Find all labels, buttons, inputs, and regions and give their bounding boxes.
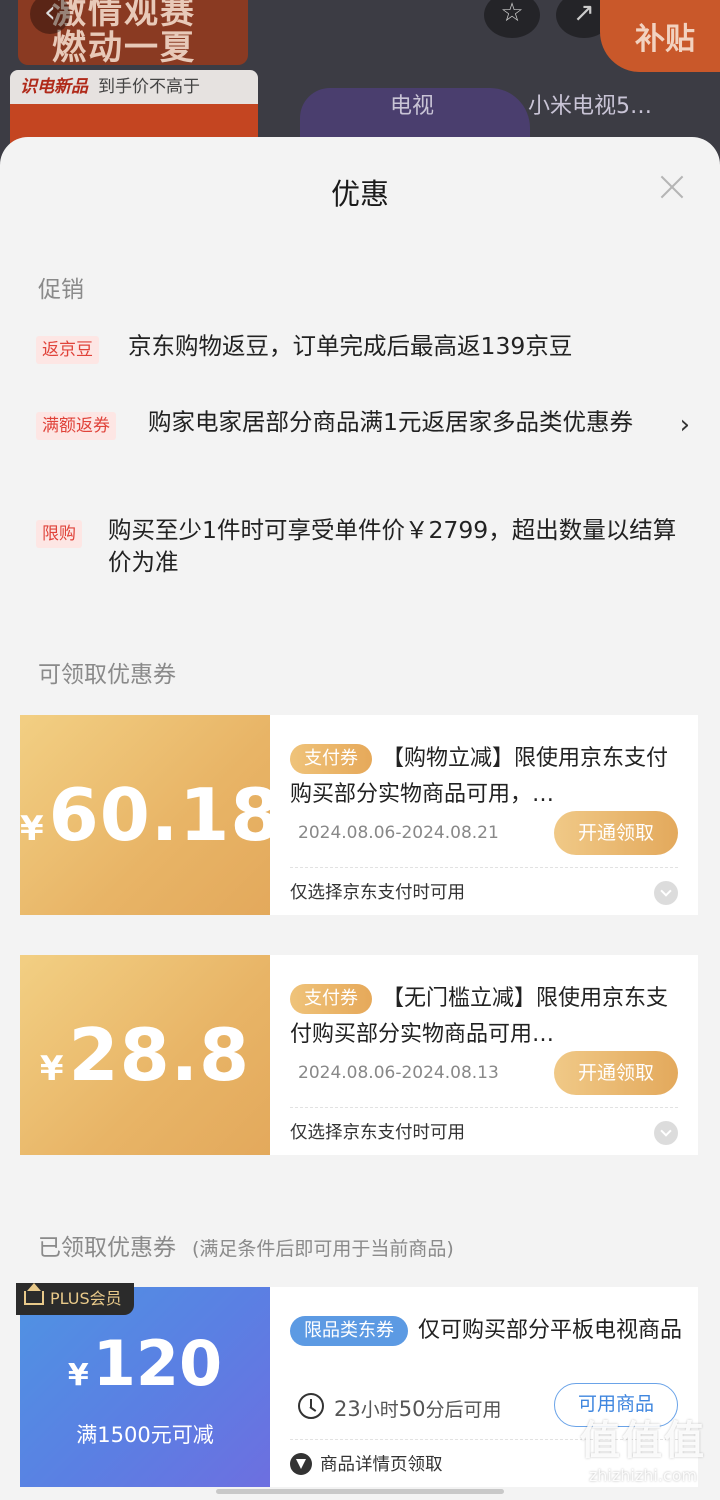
close-icon[interactable]	[656, 171, 688, 203]
activate-claim-button[interactable]: 开通领取	[554, 811, 678, 855]
coupon-detail: 支付券 【无门槛立减】限使用京东支付购买部分实物商品可用… 2024.08.06-…	[270, 955, 698, 1155]
claimed-coupons-label: 已领取优惠券 (满足条件后即可用于当前商品)	[38, 1228, 454, 1262]
promo-text: 京东购物返豆，订单完成后最高返139京豆	[128, 332, 573, 360]
currency-symbol: ¥	[67, 1358, 89, 1393]
timer-minutes: 50	[398, 1397, 426, 1421]
coupon-condition: 满1500元可减	[76, 1423, 214, 1447]
subsidy-label: 补贴	[635, 22, 695, 57]
promo-text: 购买至少1件时可享受单件价￥2799，超出数量以结算价为准	[108, 516, 677, 576]
clock-icon	[298, 1393, 324, 1419]
chevron-down-icon[interactable]	[654, 881, 678, 905]
subsidy-badge: 补贴	[600, 0, 720, 72]
promo-item: 返京豆 京东购物返豆，订单完成后最高返139京豆	[36, 332, 684, 370]
coupon-amount: ¥60.18	[20, 773, 280, 857]
coupon-card: ¥28.8 支付券 【无门槛立减】限使用京东支付购买部分实物商品可用… 2024.…	[20, 955, 698, 1155]
coupon-value-panel: ¥120 满1500元可减	[20, 1287, 270, 1487]
currency-symbol: ¥	[20, 809, 45, 849]
coupon-source-icon	[290, 1453, 312, 1475]
promo-item: 限购 购买至少1件时可享受单件价￥2799，超出数量以结算价为准	[36, 516, 684, 590]
coupon-desc-text: 仅可购买部分平板电视商品	[418, 1318, 683, 1343]
coupon-description: 支付券 【无门槛立减】限使用京东支付购买部分实物商品可用…	[290, 981, 682, 1053]
activate-claim-button[interactable]: 开通领取	[554, 1051, 678, 1095]
available-coupons-label: 可领取优惠券	[38, 662, 176, 688]
sheet-title: 优惠	[330, 177, 389, 211]
timer-hours-unit: 小时	[360, 1399, 399, 1421]
plus-badge-label: PLUS会员	[50, 1289, 122, 1308]
timer-minutes-unit: 分后可用	[425, 1399, 502, 1421]
promo-tag: 返京豆	[36, 336, 99, 364]
coupon-validity: 2024.08.06-2024.08.21	[298, 823, 499, 843]
crown-icon	[24, 1283, 44, 1305]
promo-tag: 限购	[36, 520, 82, 548]
chevron-right-icon[interactable]: ›	[680, 410, 690, 440]
discount-sheet: 优惠 促销 返京豆 京东购物返豆，订单完成后最高返139京豆 满额返券 购家电家…	[0, 137, 720, 1500]
price-tag-text: 到手价不高于	[98, 77, 200, 97]
chevron-down-icon[interactable]	[654, 1121, 678, 1145]
coupon-type-badge: 支付券	[290, 984, 372, 1014]
plus-member-badge: PLUS会员	[16, 1283, 134, 1315]
claimed-coupons-subtitle: (满足条件后即可用于当前商品)	[192, 1238, 454, 1260]
site-watermark: 值值值 zhizhizhi.com	[568, 1408, 718, 1500]
product-label: 电视	[390, 94, 435, 119]
timer-hours: 23	[334, 1397, 361, 1421]
price-tag: 识电新品 到手价不高于	[10, 70, 258, 104]
coupon-description: 支付券 【购物立减】限使用京东支付购买部分实物商品可用，…	[290, 741, 682, 813]
coupon-amount-value: 28.8	[68, 1013, 251, 1097]
coupon-amount-value: 60.18	[48, 773, 282, 857]
promo-tag: 满额返券	[36, 412, 116, 440]
favorite-icon[interactable]: ☆	[484, 0, 540, 38]
divider	[290, 867, 678, 868]
coupon-amount: ¥120	[20, 1327, 270, 1400]
divider	[290, 1107, 678, 1108]
coupon-value-panel: ¥28.8	[20, 955, 270, 1155]
coupon-description: 限品类东券 仅可购买部分平板电视商品	[290, 1313, 682, 1349]
home-indicator[interactable]	[216, 1489, 504, 1494]
promotions-label: 促销	[38, 277, 84, 303]
coupon-note: 仅选择京东支付时可用	[290, 1123, 465, 1143]
promo-item[interactable]: 满额返券 购家电家居部分商品满1元返居家多品类优惠券 ›	[36, 408, 690, 482]
coupon-detail: 支付券 【购物立减】限使用京东支付购买部分实物商品可用，… 2024.08.06-…	[270, 715, 698, 915]
coupon-amount-value: 120	[92, 1327, 223, 1400]
coupon-note: 商品详情页领取	[320, 1455, 443, 1475]
currency-symbol: ¥	[39, 1049, 65, 1089]
coupon-type-badge: 支付券	[290, 744, 372, 774]
coupon-card: ¥60.18 支付券 【购物立减】限使用京东支付购买部分实物商品可用，… 2024…	[20, 715, 698, 915]
promo-banner-text: 激情观赛 燃动一夏	[52, 0, 196, 66]
promo-text: 购家电家居部分商品满1元返居家多品类优惠券	[148, 408, 633, 436]
coupon-amount: ¥28.8	[20, 1013, 270, 1097]
claimed-coupons-title: 已领取优惠券	[38, 1235, 176, 1261]
price-tag-brand: 识电新品	[20, 77, 88, 97]
coupon-validity: 2024.08.06-2024.08.13	[298, 1063, 499, 1083]
coupon-timer: 23小时50分后可用	[334, 1395, 502, 1422]
watermark-logo: 值值值	[580, 1418, 706, 1464]
watermark-site: zhizhizhi.com	[588, 1466, 698, 1485]
banner-line-1: 激情观赛	[52, 0, 196, 32]
coupon-note: 仅选择京东支付时可用	[290, 883, 465, 903]
banner-line-2: 燃动一夏	[52, 28, 196, 68]
coupon-type-badge: 限品类东券	[290, 1316, 408, 1346]
coupon-value-panel: ¥60.18	[20, 715, 280, 915]
product-label-2: 小米电视5…	[528, 94, 652, 119]
